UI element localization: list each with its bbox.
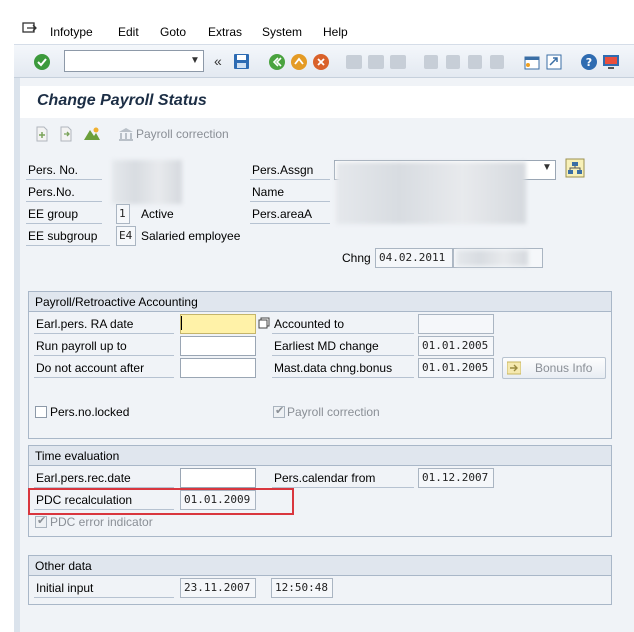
time-group-title: Time evaluation bbox=[35, 449, 120, 463]
first-page-icon[interactable] bbox=[424, 55, 438, 69]
ee-subgroup-text: Salaried employee bbox=[141, 229, 241, 243]
ee-subgroup-code: E4 bbox=[116, 226, 136, 246]
new-session-icon[interactable] bbox=[524, 54, 540, 73]
calendar-icon[interactable] bbox=[258, 317, 270, 332]
ok-icon[interactable] bbox=[33, 53, 51, 74]
cancel-icon[interactable] bbox=[312, 53, 330, 74]
highlight-box bbox=[28, 488, 294, 515]
chng-user-redacted bbox=[456, 250, 528, 266]
payroll-group-title: Payroll/Retroactive Accounting bbox=[35, 295, 198, 309]
org-assignment-icon[interactable] bbox=[565, 158, 585, 181]
pers-locked-checkbox[interactable] bbox=[35, 406, 47, 418]
pers-locked-label: Pers.no.locked bbox=[50, 405, 130, 419]
pers-calendar-field: 01.12.2007 bbox=[418, 468, 494, 488]
find-next-icon[interactable] bbox=[390, 55, 406, 69]
text-cursor bbox=[181, 316, 182, 330]
last-page-icon[interactable] bbox=[490, 55, 504, 69]
initial-input-time: 12:50:48 bbox=[271, 578, 333, 598]
chevron-down-icon[interactable]: ▼ bbox=[188, 51, 202, 71]
customize-icon[interactable] bbox=[602, 54, 620, 73]
pdc-error-label: PDC error indicator bbox=[50, 515, 153, 529]
mast-data-label: Mast.data chng.bonus bbox=[272, 358, 414, 378]
menu-help[interactable]: Help bbox=[323, 25, 348, 39]
earl-rec-label: Earl.pers.rec.date bbox=[34, 468, 174, 488]
overview-icon[interactable] bbox=[83, 126, 101, 145]
other-group-title: Other data bbox=[35, 559, 92, 573]
pers-no-label: Pers. No. bbox=[26, 160, 102, 180]
ee-subgroup-label: EE subgroup bbox=[26, 226, 110, 246]
chng-date-field: 04.02.2011 bbox=[375, 248, 453, 268]
menu-goto[interactable]: Goto bbox=[160, 25, 186, 39]
menu-icon[interactable] bbox=[22, 22, 38, 36]
payroll-correction-icon[interactable] bbox=[118, 127, 134, 144]
payroll-correction-button[interactable]: Payroll correction bbox=[136, 127, 229, 141]
menu-extras[interactable]: Extras bbox=[208, 25, 242, 39]
arrow-right-icon bbox=[506, 361, 522, 381]
name-value-redacted bbox=[336, 162, 526, 224]
pers-area-label: Pers.areaA bbox=[250, 204, 330, 224]
menu-infotype[interactable]: Infotype bbox=[50, 25, 93, 39]
back-double-icon[interactable]: « bbox=[214, 53, 222, 69]
find-icon[interactable] bbox=[368, 55, 384, 69]
run-payroll-label: Run payroll up to bbox=[34, 336, 174, 356]
chevron-down-icon[interactable]: ▼ bbox=[542, 162, 552, 173]
earliest-md-field: 01.01.2005 bbox=[418, 336, 494, 356]
command-field[interactable] bbox=[64, 50, 204, 72]
initial-input-date: 23.11.2007 bbox=[180, 578, 256, 598]
check-icon: ✔ bbox=[37, 515, 47, 527]
earliest-md-label: Earliest MD change bbox=[272, 336, 414, 356]
pers-assgn-label: Pers.Assgn bbox=[250, 160, 330, 180]
earl-ra-input[interactable] bbox=[180, 314, 256, 334]
back-icon[interactable] bbox=[268, 53, 286, 74]
exit-icon[interactable] bbox=[290, 53, 308, 74]
accounted-to-label: Accounted to bbox=[272, 314, 414, 334]
bonus-info-button[interactable]: Bonus Info bbox=[502, 357, 606, 379]
print-icon[interactable] bbox=[346, 55, 362, 69]
mast-data-field: 01.01.2005 bbox=[418, 358, 494, 378]
pers-no-value-redacted bbox=[112, 160, 182, 204]
payroll-correction-checkbox[interactable]: ✔ bbox=[273, 405, 285, 418]
ee-group-code: 1 bbox=[116, 204, 130, 224]
ee-group-text: Active bbox=[141, 207, 174, 221]
accounted-to-field bbox=[418, 314, 494, 334]
bonus-info-label: Bonus Info bbox=[535, 361, 593, 375]
initial-input-label: Initial input bbox=[34, 578, 174, 598]
shortcut-icon[interactable] bbox=[546, 54, 562, 73]
earl-ra-label: Earl.pers. RA date bbox=[34, 314, 174, 334]
do-not-account-input[interactable] bbox=[180, 358, 256, 378]
change-icon[interactable] bbox=[58, 126, 74, 145]
menu-system[interactable]: System bbox=[262, 25, 302, 39]
name-label: Name bbox=[250, 182, 330, 202]
pdc-error-checkbox[interactable]: ✔ bbox=[35, 515, 47, 528]
ee-group-label: EE group bbox=[26, 204, 102, 224]
svg-text:?: ? bbox=[586, 56, 592, 69]
do-not-account-label: Do not account after bbox=[34, 358, 174, 378]
pers-calendar-label: Pers.calendar from bbox=[272, 468, 414, 488]
check-icon: ✔ bbox=[275, 405, 285, 417]
earl-rec-input[interactable] bbox=[180, 468, 256, 488]
chng-label: Chng bbox=[342, 251, 371, 265]
help-icon[interactable]: ? bbox=[580, 53, 598, 74]
create-icon[interactable] bbox=[34, 126, 50, 145]
menu-edit[interactable]: Edit bbox=[118, 25, 139, 39]
run-payroll-input[interactable] bbox=[180, 336, 256, 356]
prev-page-icon[interactable] bbox=[446, 55, 460, 69]
menu-bar: Infotype Edit Goto Extras System Help bbox=[0, 0, 634, 44]
save-icon[interactable] bbox=[233, 53, 250, 73]
page-title: Change Payroll Status bbox=[37, 92, 207, 109]
pers-no2-label: Pers.No. bbox=[26, 182, 102, 202]
payroll-correction-label: Payroll correction bbox=[287, 405, 380, 419]
next-page-icon[interactable] bbox=[468, 55, 482, 69]
application-toolbar bbox=[20, 118, 634, 152]
